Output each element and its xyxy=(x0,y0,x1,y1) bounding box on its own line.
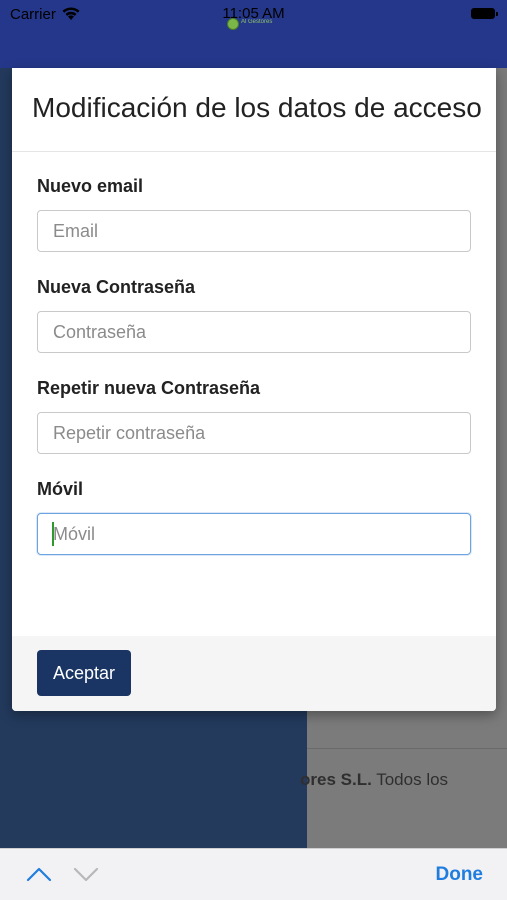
background-footer-rest: Todos los xyxy=(371,770,449,789)
mobile-field[interactable] xyxy=(37,513,471,555)
background-footer-text: ores S.L. Todos los xyxy=(300,770,507,790)
chevron-down-icon[interactable] xyxy=(73,865,99,883)
brand-logo-icon xyxy=(227,18,239,30)
status-bar: Carrier 11:05 AM Al Gestores xyxy=(0,0,507,30)
modal-footer: Aceptar xyxy=(12,636,496,711)
email-group: Nuevo email xyxy=(37,176,471,252)
email-field[interactable] xyxy=(37,210,471,252)
repeat-password-group: Repetir nueva Contraseña xyxy=(37,378,471,454)
battery-icon xyxy=(471,8,498,19)
chevron-up-icon[interactable] xyxy=(26,865,52,883)
app-screen: ores S.L. Todos los Carrier 11:05 AM Al … xyxy=(0,0,507,900)
modal-body: Nuevo email Nueva Contraseña Repetir nue… xyxy=(12,152,496,636)
access-data-modal: Modificación de los datos de acceso Nuev… xyxy=(12,68,496,711)
mobile-field-wrap xyxy=(37,513,471,555)
password-group: Nueva Contraseña xyxy=(37,277,471,353)
modal-header: Modificación de los datos de acceso xyxy=(12,68,496,152)
mobile-group: Móvil xyxy=(37,479,471,555)
email-label: Nuevo email xyxy=(37,176,144,196)
background-divider xyxy=(307,748,507,749)
password-label: Nueva Contraseña xyxy=(37,277,196,297)
brand-logo-text: Al Gestores xyxy=(241,19,273,25)
repeat-password-field[interactable] xyxy=(37,412,471,454)
mobile-label: Móvil xyxy=(37,479,84,499)
repeat-password-label: Repetir nueva Contraseña xyxy=(37,378,261,398)
accept-button[interactable]: Aceptar xyxy=(37,650,131,696)
done-button[interactable]: Done xyxy=(436,864,484,886)
background-footer-company: ores S.L. xyxy=(300,770,372,789)
text-caret xyxy=(52,522,54,546)
password-field[interactable] xyxy=(37,311,471,353)
modal-title: Modificación de los datos de acceso xyxy=(32,92,482,123)
keyboard-accessory-bar: Done xyxy=(0,848,507,900)
